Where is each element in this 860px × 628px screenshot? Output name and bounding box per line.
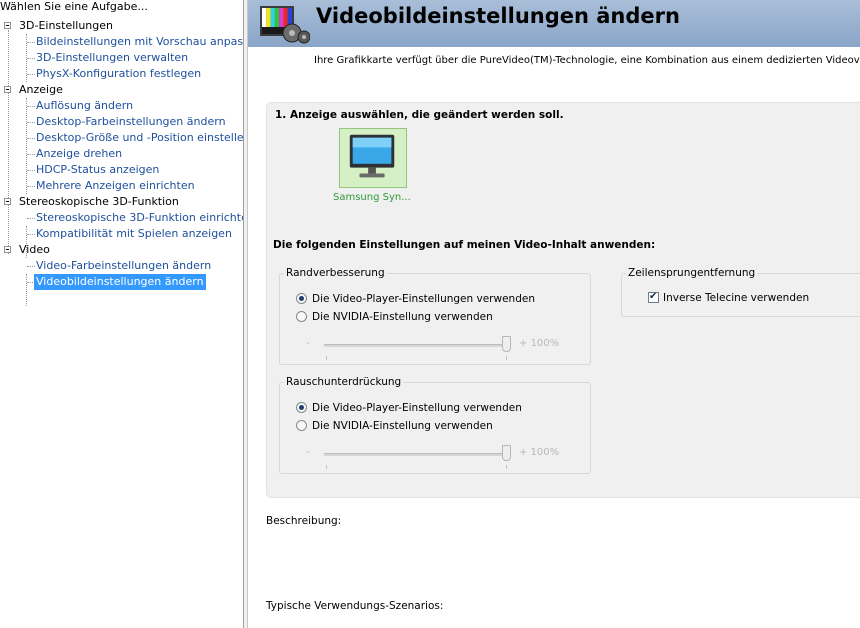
tree-item-label[interactable]: Anzeige drehen: [36, 146, 122, 162]
tree-item-video-color[interactable]: Video-Farbeinstellungen ändern: [0, 258, 243, 274]
edge-enhancement-slider[interactable]: - + 100%: [306, 336, 576, 360]
slider-tick: [326, 465, 327, 469]
tree-category-video[interactable]: Video: [0, 242, 243, 258]
step-1-label: 1. Anzeige auswählen, die geändert werde…: [275, 109, 564, 121]
monitor-icon: [349, 134, 395, 178]
radio-selected-icon[interactable]: [296, 402, 307, 413]
tree-item-hdcp-status[interactable]: HDCP-Status anzeigen: [0, 162, 243, 178]
tree-item-label[interactable]: Kompatibilität mit Spielen anzeigen: [36, 226, 232, 242]
tree-category-stereoscopic-3d[interactable]: Stereoskopische 3D-Funktion: [0, 194, 243, 210]
usage-scenarios-label: Typische Verwendungs-Szenarios:: [266, 600, 444, 612]
slider-track[interactable]: [324, 344, 508, 347]
collapse-icon[interactable]: [4, 198, 11, 205]
tree-item-change-resolution[interactable]: Auflösung ändern: [0, 98, 243, 114]
display-name[interactable]: Samsung Syn...: [333, 192, 411, 203]
collapse-icon[interactable]: [4, 246, 11, 253]
page-title: Videobildeinstellungen ändern: [316, 4, 680, 28]
radio-icon[interactable]: [296, 311, 307, 322]
tree-item-label[interactable]: Bildeinstellungen mit Vorschau anpassen: [36, 34, 243, 50]
apply-settings-label: Die folgenden Einstellungen auf meinen V…: [273, 239, 656, 251]
tree-item-rotate-display[interactable]: Anzeige drehen: [0, 146, 243, 162]
noise-reduction-group: Rauschunterdrückung Die Video-Player-Ein…: [279, 376, 591, 474]
tree-category-display[interactable]: Anzeige: [0, 82, 243, 98]
slider-thumb[interactable]: [502, 336, 511, 352]
noise-use-nvidia-radio[interactable]: Die NVIDIA-Einstellung verwenden: [296, 418, 493, 434]
noise-use-player-radio[interactable]: Die Video-Player-Einstellung verwenden: [296, 400, 522, 416]
tree-item-game-compatibility[interactable]: Kompatibilität mit Spielen anzeigen: [0, 226, 243, 242]
noise-reduction-slider[interactable]: - + 100%: [306, 445, 576, 469]
main-content: Videobildeinstellungen ändern Ihre Grafi…: [248, 0, 860, 628]
radio-selected-icon[interactable]: [296, 293, 307, 304]
slider-tick: [506, 356, 507, 360]
slider-track[interactable]: [324, 453, 508, 456]
task-sidebar: Wählen Sie eine Aufgabe... 3D-Einstellun…: [0, 0, 243, 628]
settings-panel: 1. Anzeige auswählen, die geändert werde…: [266, 102, 860, 498]
category-label: Stereoskopische 3D-Funktion: [19, 195, 179, 208]
slider-minus: -: [306, 447, 310, 458]
tree-item-manage-3d-settings[interactable]: 3D-Einstellungen verwalten: [0, 50, 243, 66]
description-label: Beschreibung:: [266, 515, 342, 527]
page-banner: Videobildeinstellungen ändern: [248, 0, 860, 47]
tree-item-label[interactable]: Mehrere Anzeigen einrichten: [36, 178, 195, 194]
slider-tick: [326, 356, 327, 360]
inverse-telecine-checkbox[interactable]: Inverse Telecine verwenden: [648, 290, 809, 305]
tree-category-3d-settings[interactable]: 3D-Einstellungen: [0, 18, 243, 34]
group-legend: Randverbesserung: [286, 267, 385, 279]
slider-tick: [506, 465, 507, 469]
tree-item-label[interactable]: Auflösung ändern: [36, 98, 133, 114]
slider-value: + 100%: [519, 447, 560, 458]
tree-item-desktop-color[interactable]: Desktop-Farbeinstellungen ändern: [0, 114, 243, 130]
tree-item-label[interactable]: HDCP-Status anzeigen: [36, 162, 159, 178]
sidebar-header: Wählen Sie eine Aufgabe...: [0, 0, 148, 13]
tree-item-video-image-settings[interactable]: Videobildeinstellungen ändern: [0, 274, 243, 290]
tree-item-label[interactable]: PhysX-Konfiguration festlegen: [36, 66, 201, 82]
tree-item-multiple-displays[interactable]: Mehrere Anzeigen einrichten: [0, 178, 243, 194]
video-settings-icon: [260, 6, 310, 44]
collapse-icon[interactable]: [4, 22, 11, 29]
category-label: 3D-Einstellungen: [19, 19, 114, 32]
tree-item-label-selected[interactable]: Videobildeinstellungen ändern: [34, 274, 206, 290]
category-label: Video: [19, 243, 50, 256]
task-tree: 3D-Einstellungen Bildeinstellungen mit V…: [0, 18, 243, 306]
group-legend: Zeilensprungentfernung: [628, 267, 756, 279]
tree-item-desktop-size[interactable]: Desktop-Größe und -Position einstellen: [0, 130, 243, 146]
edge-enhancement-group: Randverbesserung Die Video-Player-Einste…: [279, 267, 591, 365]
tree-item-label[interactable]: Video-Farbeinstellungen ändern: [36, 258, 211, 274]
category-label: Anzeige: [19, 83, 63, 96]
edge-use-nvidia-radio[interactable]: Die NVIDIA-Einstellung verwenden: [296, 309, 493, 325]
group-legend: Rauschunterdrückung: [286, 376, 402, 388]
tree-item-label[interactable]: 3D-Einstellungen verwalten: [36, 50, 188, 66]
slider-thumb[interactable]: [502, 445, 511, 461]
tree-item-label[interactable]: Desktop-Farbeinstellungen ändern: [36, 114, 226, 130]
display-tile-samsung[interactable]: [339, 128, 407, 188]
tree-item-image-settings-preview[interactable]: Bildeinstellungen mit Vorschau anpassen: [0, 34, 243, 50]
checkbox-checked-icon[interactable]: [648, 290, 659, 304]
slider-minus: -: [306, 338, 310, 349]
tree-item-stereo-setup[interactable]: Stereoskopische 3D-Funktion einrichten: [0, 210, 243, 226]
radio-icon[interactable]: [296, 420, 307, 431]
tree-item-physx-config[interactable]: PhysX-Konfiguration festlegen: [0, 66, 243, 82]
slider-value: + 100%: [519, 338, 560, 349]
intro-text: Ihre Grafikkarte verfügt über die PureVi…: [314, 55, 860, 66]
tree-item-label[interactable]: Stereoskopische 3D-Funktion einrichten: [36, 210, 243, 226]
collapse-icon[interactable]: [4, 86, 11, 93]
deinterlacing-group: Zeilensprungentfernung Inverse Telecine …: [621, 267, 860, 317]
edge-use-player-radio[interactable]: Die Video-Player-Einstellungen verwenden: [296, 291, 535, 307]
tree-item-label[interactable]: Desktop-Größe und -Position einstellen: [36, 130, 243, 146]
